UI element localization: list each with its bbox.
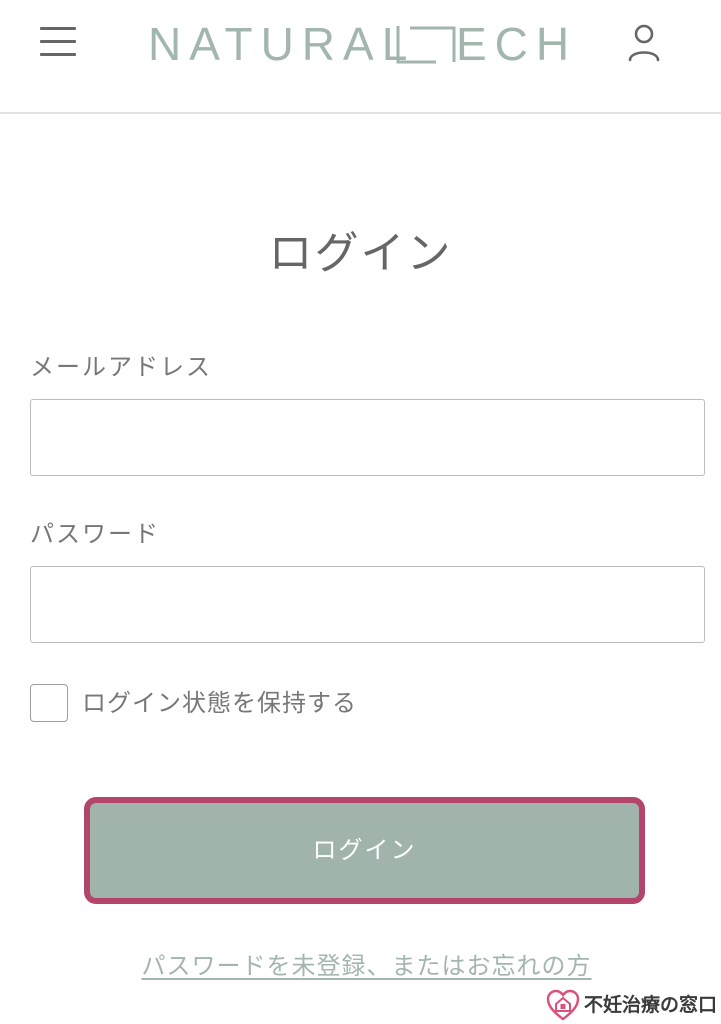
- email-label: メールアドレス: [30, 353, 212, 381]
- forgot-password-link[interactable]: パスワードを未登録、またはお忘れの方: [0, 948, 721, 984]
- menu-bar: [40, 27, 76, 30]
- remember-me-label[interactable]: ログイン状態を保持する: [82, 684, 357, 722]
- password-label: パスワード: [30, 520, 160, 548]
- watermark-text: 不妊治療の窓口: [584, 994, 718, 1016]
- heart-house-icon: [546, 989, 580, 1021]
- menu-bar: [40, 40, 76, 43]
- logo-t-mark: [396, 26, 456, 64]
- email-field[interactable]: [30, 399, 705, 476]
- logo-text-right: ECH: [456, 18, 578, 70]
- watermark: 不妊治療の窓口: [546, 988, 718, 1022]
- remember-me-checkbox[interactable]: [30, 684, 68, 722]
- hamburger-menu-icon[interactable]: [38, 24, 78, 60]
- password-field[interactable]: [30, 566, 705, 643]
- site-header: NATURAL ECH: [0, 0, 721, 114]
- site-logo[interactable]: NATURAL ECH: [148, 18, 588, 70]
- page-title: ログイン: [268, 228, 453, 279]
- user-account-icon[interactable]: [624, 22, 664, 64]
- menu-bar: [40, 53, 76, 56]
- login-button[interactable]: ログイン: [84, 797, 645, 904]
- logo-text-left: NATURAL: [148, 18, 416, 70]
